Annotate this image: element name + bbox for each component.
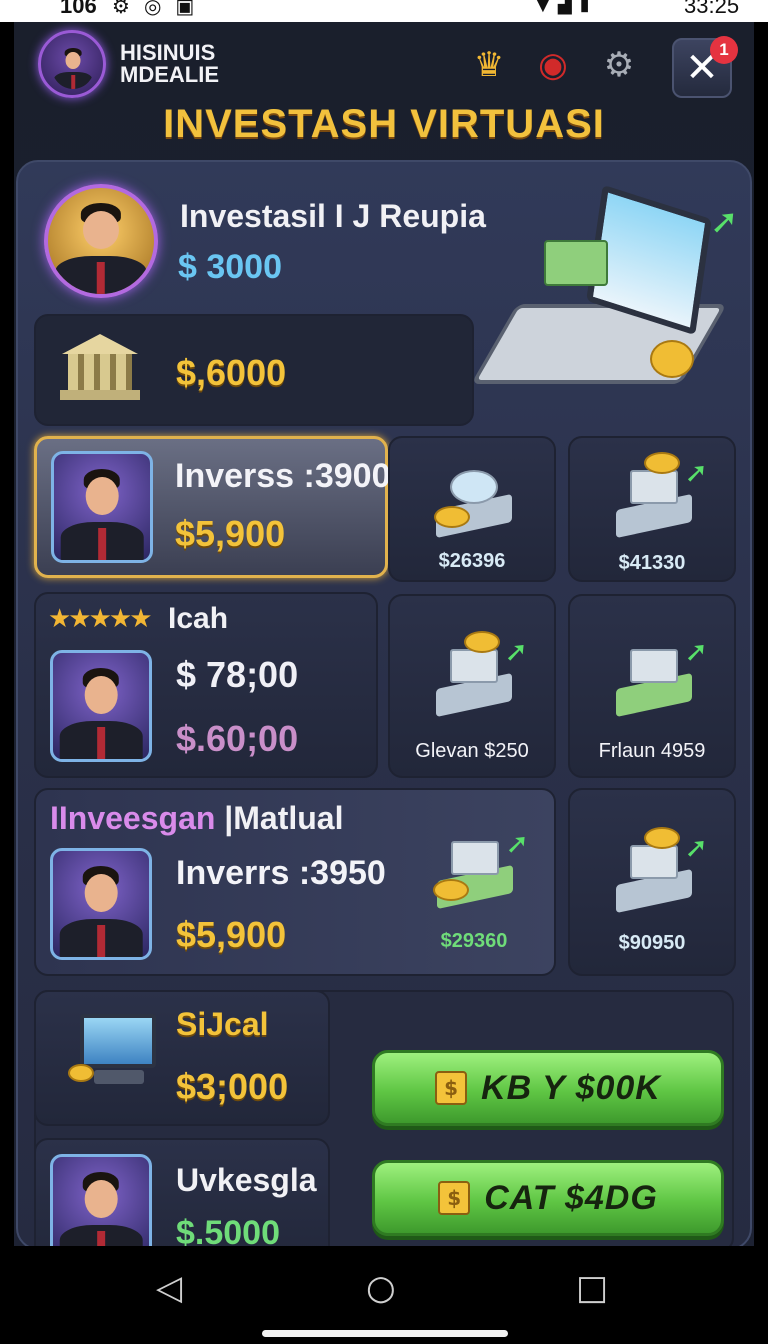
bank-icon xyxy=(56,328,144,404)
investment-tile[interactable]: ➚ Glevan $250 xyxy=(388,594,556,778)
investment-tile[interactable]: ➚ Frlaun 4959 xyxy=(568,594,736,778)
player-name: HISINUIS MDEALIE xyxy=(120,42,219,86)
rated-card-value-secondary: $.60;00 xyxy=(176,718,299,759)
selected-investment-card[interactable]: Inverss :3900 $5,900 xyxy=(34,436,391,578)
battery-icon: ▮ xyxy=(579,0,598,15)
building-coins-icon: ➚ xyxy=(604,827,708,918)
game-screen: HISINUIS MDEALIE ♛ ◉ ⚙ ✕ 1 INVESTASH VIR… xyxy=(14,22,754,1246)
player-avatar[interactable] xyxy=(38,30,106,98)
monitor-chart-icon xyxy=(68,1014,164,1088)
building-cash-icon: ➚ xyxy=(604,632,708,722)
investor-portrait xyxy=(50,1154,152,1246)
mutual-card-title: IInveesgan |Matlual xyxy=(50,800,343,837)
back-icon[interactable]: ◁ xyxy=(156,1268,182,1308)
tile-value: Glevan $250 xyxy=(415,740,529,762)
record-icon[interactable]: ◉ xyxy=(530,42,576,88)
mutual-card-title-part1: IInveesgan xyxy=(50,800,225,836)
page-title: INVESTASH VIRTUASI xyxy=(163,102,605,146)
player-name-line2: MDEALIE xyxy=(120,62,219,87)
navigation-bar: ◁ ○ □ xyxy=(0,1246,768,1344)
mutual-card-title-part2: |Matlual xyxy=(224,800,344,836)
investor-card-label: Uvkesgla xyxy=(176,1162,317,1198)
investor-portrait xyxy=(51,451,153,563)
investor-portrait xyxy=(50,650,152,762)
recents-icon[interactable]: □ xyxy=(576,1268,608,1308)
status-time-left: 106 xyxy=(60,0,97,18)
settings-notify-icon: ⚙ xyxy=(112,0,144,18)
investor-card[interactable]: Uvkesgla $.5000 xyxy=(34,1138,330,1246)
magnifier-coins-icon xyxy=(424,458,524,539)
laptop-investment-illustration: ➚ xyxy=(470,184,744,404)
rated-card-value-primary: $ 78;00 xyxy=(176,654,299,695)
mutual-card-value: $5,900 xyxy=(176,914,287,955)
status-time-right: 33:25 xyxy=(684,0,740,18)
rating-stars-icon: ★★★★★ xyxy=(48,604,153,634)
status-icons-right: ▼▟▮ xyxy=(536,0,598,15)
player-name-line1: HISINUIS xyxy=(120,40,216,65)
investor-portrait xyxy=(50,848,152,960)
home-icon[interactable]: ○ xyxy=(366,1268,396,1308)
building-coins-icon: ➚ xyxy=(424,631,528,722)
selected-card-label: Inverss :3900 xyxy=(175,457,391,495)
profile-name: Investasil I J Reupia xyxy=(180,198,486,234)
collect-button[interactable]: $ CAT $4DG xyxy=(372,1160,724,1236)
coin-icon: $ xyxy=(435,1071,468,1105)
asset-card[interactable]: SiJcal $3;000 xyxy=(34,990,330,1126)
investment-tile[interactable]: ➚ $90950 xyxy=(568,788,736,976)
investment-tile[interactable]: $26396 xyxy=(388,436,556,582)
profile-portrait xyxy=(44,184,158,298)
gear-icon[interactable]: ⚙ xyxy=(596,42,642,88)
buy-button[interactable]: $ KB Y $00K xyxy=(372,1050,724,1126)
collect-button-label: CAT $4DG xyxy=(484,1178,658,1217)
wifi-icon: ▼ xyxy=(536,0,558,15)
player-avatar-image xyxy=(51,41,95,89)
profile-balance: $ 3000 xyxy=(178,248,282,286)
rated-card-label: Icah xyxy=(168,602,229,635)
growth-arrow-icon: ➚ xyxy=(710,202,739,242)
bank-card[interactable]: $,6000 xyxy=(34,314,474,426)
tile-value: $26396 xyxy=(438,550,506,572)
crown-icon[interactable]: ♛ xyxy=(466,42,512,88)
rated-investment-card[interactable]: ★★★★★ Icah $ 78;00 $.60;00 xyxy=(34,592,378,778)
status-icons-left: ⚙◎▣ xyxy=(112,0,208,18)
cash-stack-icon: $ xyxy=(438,1181,471,1215)
gesture-pill[interactable] xyxy=(262,1330,508,1337)
mutual-investment-card[interactable]: IInveesgan |Matlual Inverrs :3950 $5,900… xyxy=(34,788,556,976)
building-cash-icon: ➚ xyxy=(420,824,530,914)
notification-badge: 1 xyxy=(710,36,738,64)
investor-card-value: $.5000 xyxy=(176,1214,280,1246)
mutual-card-tile-value: $29360 xyxy=(440,930,508,952)
asset-card-value: $3;000 xyxy=(176,1066,289,1107)
status-bar: 106 ⚙◎▣ ▼▟▮ 33:25 xyxy=(0,0,768,22)
signal-icon: ▟ xyxy=(557,0,580,15)
app-icon: ▣ xyxy=(175,0,209,18)
building-coins-icon: ➚ xyxy=(604,452,708,539)
asset-card-label: SiJcal xyxy=(176,1006,269,1042)
buy-button-label: KB Y $00K xyxy=(481,1068,661,1107)
target-icon: ◎ xyxy=(143,0,176,18)
bank-value: $,6000 xyxy=(176,352,287,393)
investment-panel: Investasil I J Reupia $ 3000 $,6000 ➚ In… xyxy=(16,160,752,1246)
tile-value: $41330 xyxy=(618,552,686,574)
tile-value: $90950 xyxy=(618,932,686,954)
mutual-card-label: Inverrs :3950 xyxy=(176,854,386,892)
tile-value: Frlaun 4959 xyxy=(598,740,706,762)
investment-tile[interactable]: ➚ $41330 xyxy=(568,436,736,582)
selected-card-value: $5,900 xyxy=(175,513,286,554)
